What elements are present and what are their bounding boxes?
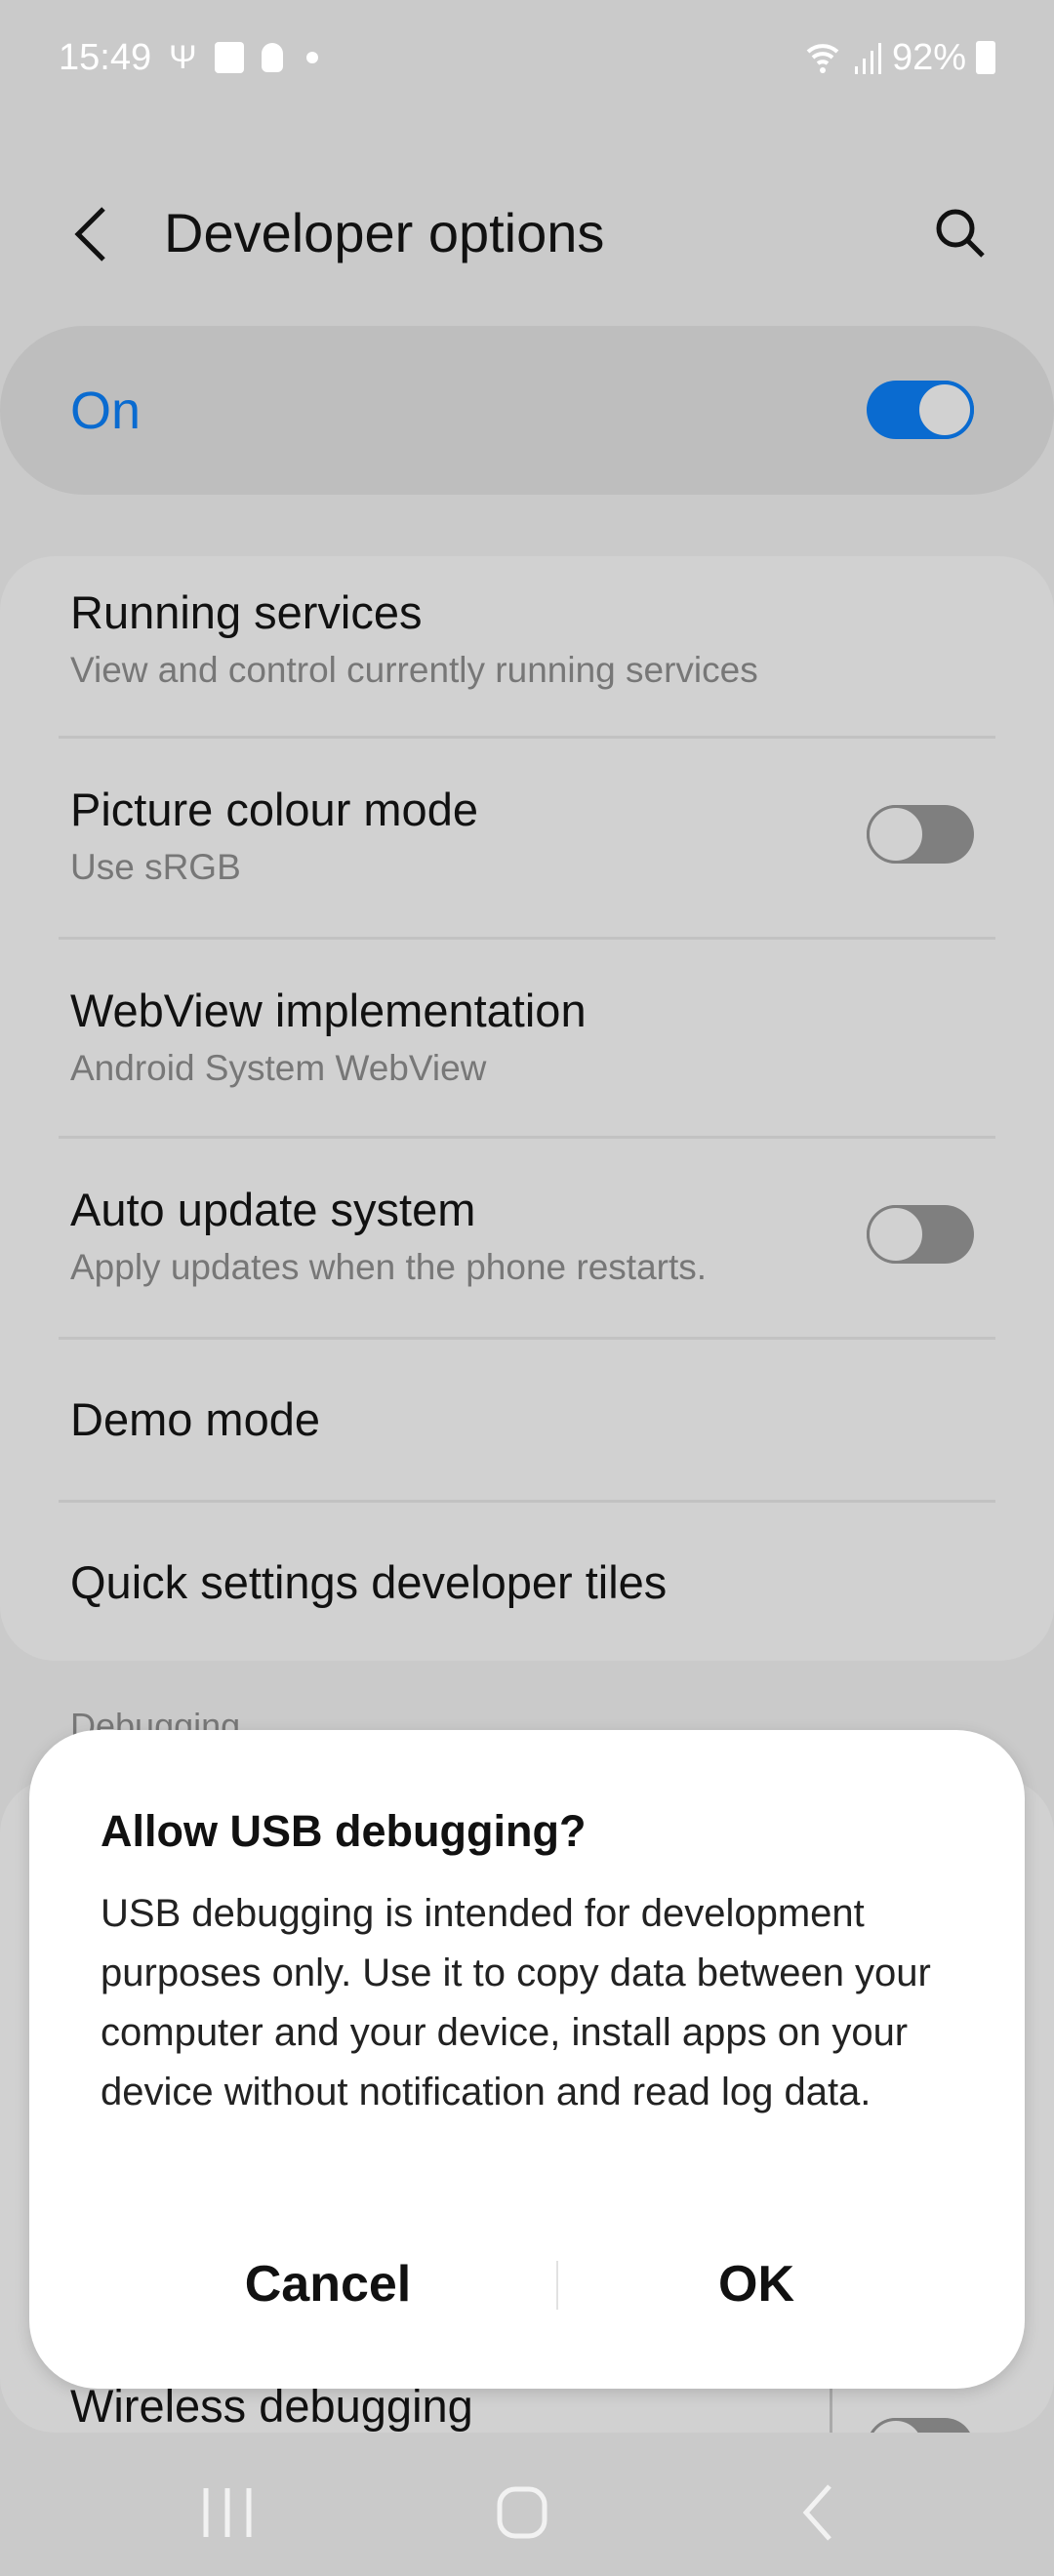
- divider: [830, 2387, 832, 2433]
- list-item-demo-mode[interactable]: Demo mode: [0, 1340, 1054, 1501]
- wireless-debugging-toggle[interactable]: [867, 2418, 974, 2433]
- master-switch-label: On: [70, 382, 142, 440]
- settings-card: Running services View and control curren…: [0, 556, 1054, 1661]
- dialog-title: Allow USB debugging?: [101, 1806, 587, 1856]
- list-item-running-services[interactable]: Running services View and control curren…: [0, 556, 1054, 737]
- bulb-icon: [261, 43, 283, 72]
- list-item-auto-update[interactable]: Auto update system Apply updates when th…: [0, 1139, 1054, 1337]
- signal-icon: [854, 43, 881, 74]
- list-item-webview[interactable]: WebView implementation Android System We…: [0, 940, 1054, 1136]
- item-title: Demo mode: [70, 1393, 320, 1445]
- item-title: Quick settings developer tiles: [70, 1556, 668, 1608]
- picture-colour-toggle[interactable]: [867, 805, 974, 864]
- item-title: Running services: [70, 586, 423, 638]
- item-subtitle: Android System WebView: [70, 1048, 487, 1088]
- page-title: Developer options: [164, 202, 605, 263]
- item-subtitle: View and control currently running servi…: [70, 650, 758, 690]
- item-title: Picture colour mode: [70, 784, 478, 835]
- master-toggle[interactable]: [867, 381, 974, 439]
- clock: 15:49: [59, 36, 152, 78]
- master-switch-bar[interactable]: On: [0, 326, 1054, 495]
- item-title: WebView implementation: [70, 985, 587, 1036]
- list-item-picture-colour-mode[interactable]: Picture colour mode Use sRGB: [0, 739, 1054, 937]
- auto-update-toggle[interactable]: [867, 1205, 974, 1264]
- wifi-icon: [806, 44, 839, 73]
- back-arrow-icon[interactable]: [70, 205, 113, 263]
- item-title: Auto update system: [70, 1184, 476, 1235]
- item-subtitle: Use sRGB: [70, 847, 241, 887]
- usb-debugging-dialog: Allow USB debugging? USB debugging is in…: [29, 1730, 1025, 2389]
- search-icon[interactable]: [932, 205, 987, 260]
- recent-apps-icon[interactable]: [200, 2478, 255, 2547]
- cancel-button[interactable]: Cancel: [94, 2245, 562, 2323]
- battery-icon: [976, 41, 995, 74]
- list-item-quick-settings-tiles[interactable]: Quick settings developer tiles: [0, 1503, 1054, 1661]
- battery-percent: 92%: [891, 36, 966, 78]
- gallery-icon: [214, 42, 244, 73]
- back-nav-icon[interactable]: [798, 2478, 837, 2547]
- dot-icon: [305, 52, 318, 63]
- status-bar-left: 15:49 Ψ: [59, 35, 318, 80]
- home-icon[interactable]: [496, 2478, 548, 2547]
- usb-icon: Ψ: [169, 38, 197, 76]
- item-subtitle: Apply updates when the phone restarts.: [70, 1247, 708, 1287]
- ok-button[interactable]: OK: [522, 2245, 991, 2323]
- status-bar-right: 92%: [804, 35, 995, 80]
- dialog-message: USB debugging is intended for developmen…: [101, 1892, 931, 2113]
